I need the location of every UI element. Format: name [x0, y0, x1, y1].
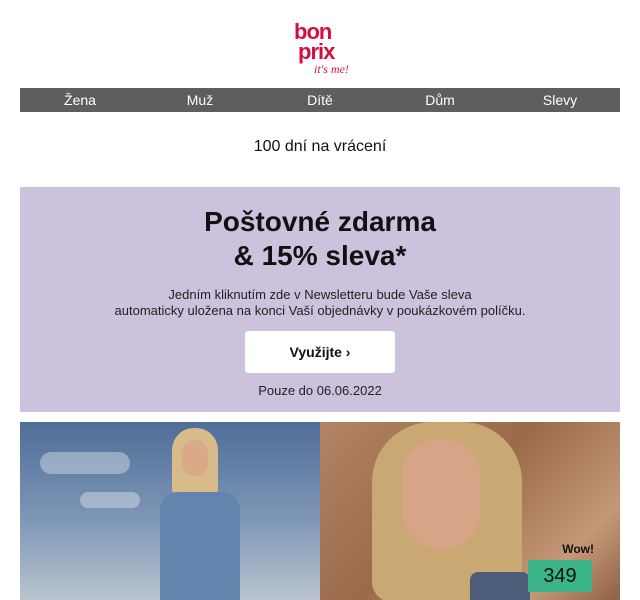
promo-description-line1: Jedním kliknutím zde v Newsletteru bude …	[168, 287, 472, 302]
category-nav: Žena Muž Dítě Dům Slevy	[20, 88, 620, 112]
model-face-shape	[402, 440, 480, 550]
promo-headline-line1: Poštovné zdarma	[204, 206, 436, 237]
nav-item-muz[interactable]: Muž	[140, 92, 260, 108]
logo-tagline: it's me!	[314, 62, 349, 76]
nav-item-dite[interactable]: Dítě	[260, 92, 380, 108]
model-face-shape	[182, 440, 208, 476]
model-denim-shirt-shape	[160, 492, 240, 600]
returns-notice: 100 dní na vrácení	[253, 138, 387, 155]
hero-image-right[interactable]: Wow! 349	[320, 422, 620, 600]
cloud-shape	[40, 452, 130, 474]
nav-item-dum[interactable]: Dům	[380, 92, 500, 108]
promo-banner: Poštovné zdarma & 15% sleva* Jedním klik…	[20, 187, 620, 412]
promo-headline-line2: & 15% sleva*	[233, 240, 407, 271]
offer-validity: Pouze do 06.06.2022	[258, 383, 382, 398]
logo-word-bottom: prix	[298, 39, 335, 64]
hero-banner[interactable]: Wow! 349	[20, 422, 620, 600]
brand-logo[interactable]: bon prix it's me!	[0, 18, 640, 78]
promo-description-line2: automaticky uložena na konci Vaší objedn…	[114, 303, 526, 318]
model-top-shape	[470, 572, 530, 600]
hero-image-left[interactable]	[20, 422, 320, 600]
claim-offer-button[interactable]: Využijte ›	[245, 331, 395, 373]
price-badge[interactable]: 349	[528, 560, 592, 592]
promo-headline: Poštovné zdarma & 15% sleva*	[20, 205, 620, 273]
promo-description: Jedním kliknutím zde v Newsletteru bude …	[20, 287, 620, 319]
nav-item-zena[interactable]: Žena	[20, 92, 140, 108]
nav-item-slevy[interactable]: Slevy	[500, 92, 620, 108]
wow-label: Wow!	[562, 542, 594, 556]
cloud-shape	[80, 492, 140, 508]
logo-mark[interactable]: bon prix it's me!	[288, 18, 352, 78]
